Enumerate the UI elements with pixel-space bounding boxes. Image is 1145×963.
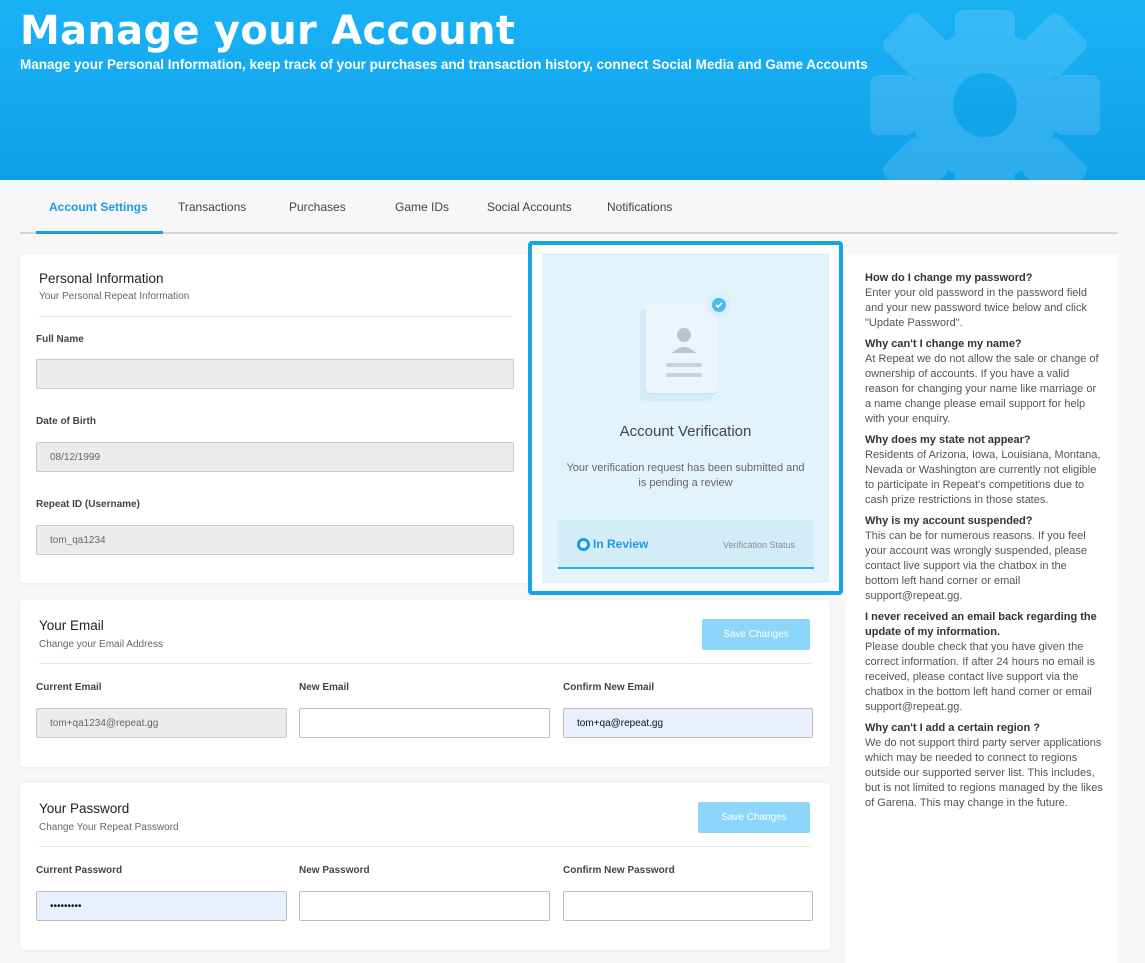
account-tabs: Account Settings Transactions Purchases …	[20, 180, 1118, 234]
faq-answer: At Repeat we do not allow the sale or ch…	[865, 353, 1099, 425]
tab-notifications[interactable]: Notifications	[607, 200, 672, 214]
new-password-field[interactable]	[299, 891, 550, 921]
email-card: Your Email Change your Email Address Sav…	[20, 600, 830, 767]
verification-description: Your verification request has been submi…	[566, 462, 805, 489]
faq-question: I never received an email back regarding…	[865, 611, 1097, 638]
password-title: Your Password	[39, 801, 130, 816]
email-title: Your Email	[39, 618, 104, 633]
page-subtitle: Manage your Personal Information, keep t…	[20, 57, 868, 72]
tab-social-accounts[interactable]: Social Accounts	[487, 200, 572, 214]
tab-transactions[interactable]: Transactions	[178, 200, 246, 214]
new-password-label: New Password	[299, 865, 370, 876]
faq-answer: Enter your old password in the password …	[865, 287, 1087, 329]
current-password-label: Current Password	[36, 865, 123, 876]
verification-status-bar: In Review Verification Status	[558, 520, 814, 569]
faq-question: Why can't I change my name?	[865, 338, 1022, 350]
confirm-email-field[interactable]	[563, 708, 813, 738]
email-subtitle: Change your Email Address	[39, 639, 163, 650]
verification-panel: Account Verification Your verification r…	[542, 253, 829, 583]
faq-question: Why does my state not appear?	[865, 434, 1031, 446]
tab-account-settings[interactable]: Account Settings	[49, 200, 148, 214]
personal-info-card: Personal Information Your Personal Repea…	[20, 254, 530, 583]
faq-question: Why can't I add a certain region ?	[865, 722, 1040, 734]
tab-game-ids[interactable]: Game IDs	[395, 200, 449, 214]
verification-card: Account Verification Your verification r…	[528, 241, 843, 595]
new-email-field[interactable]	[299, 708, 550, 738]
new-email-label: New Email	[299, 682, 350, 693]
page-banner: Manage your Account Manage your Personal…	[0, 0, 1145, 180]
status-label: Verification Status	[722, 540, 795, 550]
status-badge: In Review	[593, 537, 649, 551]
current-email-field[interactable]	[36, 708, 287, 738]
personal-info-subtitle: Your Personal Repeat Information	[39, 291, 190, 302]
gear-icon	[870, 10, 1100, 180]
email-save-button[interactable]: Save Changes	[702, 619, 810, 650]
password-save-button[interactable]: Save Changes	[698, 802, 810, 833]
personal-info-title: Personal Information	[39, 271, 164, 286]
faq-list: How do I change my password? Enter your …	[865, 271, 1103, 817]
confirm-email-label: Confirm New Email	[563, 682, 655, 693]
faq-question: How do I change my password?	[865, 272, 1033, 284]
divider	[39, 316, 512, 317]
current-email-label: Current Email	[36, 682, 102, 693]
faq-answer: We do not support third party server app…	[865, 737, 1103, 809]
repeat-id-field[interactable]	[36, 525, 514, 555]
id-document-icon	[640, 293, 731, 401]
faq-question: Why is my account suspended?	[865, 515, 1033, 527]
full-name-field[interactable]	[36, 359, 514, 389]
current-password-field[interactable]	[36, 891, 287, 921]
active-tab-indicator	[36, 231, 163, 234]
password-subtitle: Change Your Repeat Password	[39, 822, 179, 833]
faq-answer: This can be for numerous reasons. If you…	[865, 530, 1087, 602]
faq-panel: How do I change my password? Enter your …	[846, 254, 1118, 963]
divider	[39, 663, 811, 664]
full-name-label: Full Name	[36, 334, 84, 345]
status-ring-icon	[577, 538, 590, 551]
dob-field[interactable]	[36, 442, 514, 472]
faq-answer: Residents of Arizona, Iowa, Louisiana, M…	[865, 449, 1101, 506]
confirm-password-field[interactable]	[563, 891, 813, 921]
repeat-id-label: Repeat ID (Username)	[36, 499, 140, 510]
divider	[39, 846, 811, 847]
password-card: Your Password Change Your Repeat Passwor…	[20, 783, 830, 950]
verification-title: Account Verification	[619, 423, 752, 440]
tab-purchases[interactable]: Purchases	[289, 200, 346, 214]
confirm-password-label: Confirm New Password	[563, 865, 675, 876]
page-title: Manage your Account	[20, 8, 516, 54]
dob-label: Date of Birth	[36, 416, 96, 427]
faq-answer: Please double check that you have given …	[865, 641, 1095, 713]
